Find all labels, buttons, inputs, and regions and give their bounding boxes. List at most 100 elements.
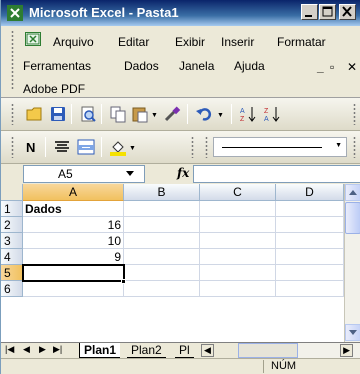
chevron-down-icon[interactable] (126, 171, 134, 176)
menu-janela[interactable]: Janela (179, 59, 214, 73)
cell[interactable] (200, 233, 276, 249)
formula-input[interactable] (193, 165, 360, 183)
fill-color-icon[interactable] (109, 138, 127, 156)
minimize-button[interactable] (301, 4, 318, 20)
cell[interactable] (124, 201, 200, 217)
cell[interactable] (200, 281, 276, 297)
menu-exibir[interactable]: Exibir (175, 35, 205, 49)
align-center-icon[interactable] (53, 138, 71, 156)
row-header[interactable]: 2 (1, 217, 23, 233)
bold-icon[interactable]: N (23, 138, 41, 156)
column-header-a[interactable]: A (23, 184, 124, 201)
merge-center-icon[interactable] (77, 138, 95, 156)
row-header[interactable]: 1 (1, 201, 23, 217)
cell-a6[interactable] (23, 281, 124, 297)
toolbar-grip[interactable] (205, 136, 208, 158)
paste-dropdown-arrow[interactable]: ▼ (151, 112, 158, 119)
sort-descending-icon[interactable]: ZA (263, 105, 281, 123)
scroll-right-button[interactable]: ▶ (340, 344, 353, 357)
scroll-up-button[interactable] (345, 184, 360, 201)
doc-restore-button[interactable]: ▫ (330, 60, 334, 74)
cell[interactable] (276, 249, 344, 265)
toolbar-separator (101, 104, 102, 124)
border-line-style-dropdown[interactable]: ▼ (213, 137, 347, 157)
cell[interactable] (200, 265, 276, 281)
menu-inserir[interactable]: Inserir (221, 35, 254, 49)
name-box[interactable]: A5 (23, 165, 145, 183)
fill-color-dropdown-arrow[interactable]: ▼ (129, 145, 136, 152)
scroll-thumb[interactable] (345, 202, 360, 234)
toolbar-grip[interactable] (191, 136, 194, 158)
cell[interactable] (124, 265, 200, 281)
cell[interactable] (276, 201, 344, 217)
column-header-c[interactable]: C (200, 184, 276, 201)
sheet-tab-plan3[interactable]: Pl (175, 343, 194, 358)
doc-close-button[interactable]: ✕ (347, 60, 357, 74)
next-sheet-button[interactable]: ▶ (39, 344, 46, 355)
copy-icon[interactable] (109, 105, 127, 123)
toolbar-grip[interactable] (11, 103, 14, 125)
sheet-tab-plan1[interactable]: Plan1 (79, 343, 121, 358)
excel-app-icon[interactable] (7, 5, 23, 21)
menu-dados[interactable]: Dados (124, 59, 159, 73)
cell[interactable] (276, 265, 344, 281)
print-preview-icon[interactable] (79, 105, 97, 123)
menu-arquivo[interactable]: Arquivo (53, 35, 94, 49)
row-header[interactable]: 3 (1, 233, 23, 249)
cell-a4[interactable]: 9 (23, 249, 124, 265)
row-header[interactable]: 6 (1, 281, 23, 297)
undo-icon[interactable] (195, 105, 213, 123)
menu-editar[interactable]: Editar (118, 35, 149, 49)
cell-a1[interactable]: Dados (23, 201, 124, 217)
svg-text:Z: Z (240, 116, 245, 123)
select-all-button[interactable] (1, 184, 23, 201)
last-sheet-button[interactable]: ▶| (53, 344, 62, 355)
menu-adobe-pdf[interactable]: Adobe PDF (23, 82, 85, 96)
title-bar: Microsoft Excel - Pasta1 (1, 0, 360, 26)
scroll-down-button[interactable] (345, 324, 360, 341)
prev-sheet-button[interactable]: ◀ (23, 344, 30, 355)
cell-a2[interactable]: 16 (23, 217, 124, 233)
cell[interactable] (276, 281, 344, 297)
undo-dropdown-arrow[interactable]: ▼ (217, 112, 224, 119)
num-lock-indicator: NÚM (271, 360, 297, 372)
close-button[interactable] (339, 4, 356, 20)
row-header[interactable]: 5 (1, 265, 23, 281)
new-icon[interactable] (25, 105, 43, 123)
tab-scroll-left-button[interactable]: ◀ (201, 344, 214, 357)
cell[interactable] (124, 249, 200, 265)
cell[interactable] (200, 249, 276, 265)
menu-grip[interactable] (11, 30, 14, 90)
menu-ajuda[interactable]: Ajuda (234, 59, 265, 73)
first-sheet-button[interactable]: |◀ (5, 344, 14, 355)
column-header-b[interactable]: B (124, 184, 200, 201)
paste-icon[interactable] (131, 105, 149, 123)
toolbar-end-grip[interactable] (353, 136, 356, 158)
format-painter-icon[interactable] (163, 105, 181, 123)
sheet-tab-plan2[interactable]: Plan2 (127, 343, 166, 358)
cell[interactable] (276, 217, 344, 233)
fill-handle[interactable] (121, 279, 126, 284)
column-header-d[interactable]: D (276, 184, 344, 201)
maximize-button[interactable] (319, 4, 336, 20)
hscroll-thumb[interactable] (238, 343, 298, 358)
doc-minimize-button[interactable]: _ (317, 60, 324, 74)
vertical-scrollbar[interactable] (344, 184, 360, 342)
cell[interactable] (124, 217, 200, 233)
toolbar-grip[interactable] (11, 136, 14, 158)
cell[interactable] (124, 281, 200, 297)
menu-formatar[interactable]: Formatar (277, 35, 326, 49)
menu-ferramentas[interactable]: Ferramentas (23, 59, 91, 73)
cell[interactable] (124, 233, 200, 249)
cell[interactable] (276, 233, 344, 249)
cell[interactable] (200, 201, 276, 217)
workbook-icon[interactable] (25, 32, 41, 46)
insert-function-icon[interactable]: fx (177, 166, 189, 180)
cell-a3[interactable]: 10 (23, 233, 124, 249)
horizontal-scrollbar[interactable]: ▶ (238, 343, 360, 359)
toolbar-end-grip[interactable] (353, 103, 356, 125)
row-header[interactable]: 4 (1, 249, 23, 265)
save-icon[interactable] (49, 105, 67, 123)
sort-ascending-icon[interactable]: AZ (239, 105, 257, 123)
cell[interactable] (200, 217, 276, 233)
